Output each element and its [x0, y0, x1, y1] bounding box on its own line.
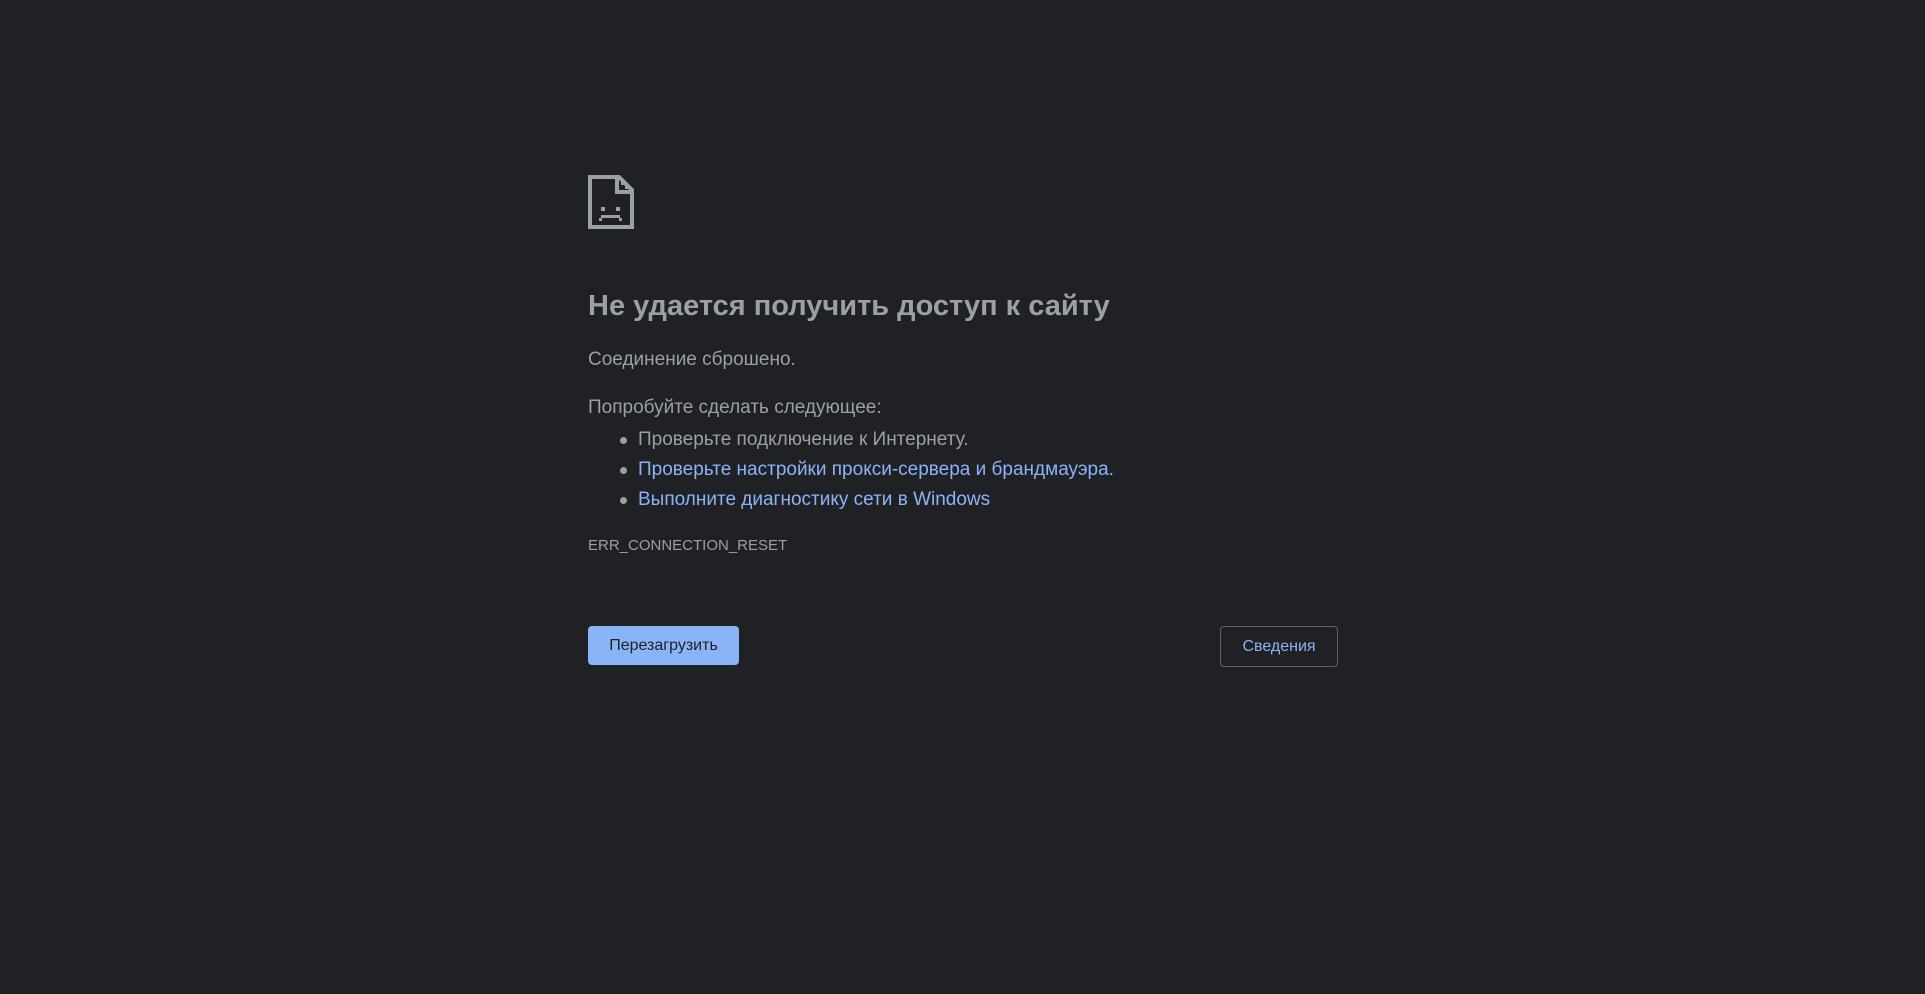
error-code: ERR_CONNECTION_RESET: [588, 537, 788, 554]
suggestions-list: Проверьте подключение к Интернету. Прове…: [588, 425, 1114, 515]
error-page: Не удается получить доступ к сайту Соеди…: [0, 0, 1925, 994]
error-heading: Не удается получить доступ к сайту: [588, 290, 1110, 322]
sad-document-icon: [588, 175, 634, 229]
suggestion-text: Проверьте подключение к Интернету.: [638, 429, 969, 450]
suggestions-title: Попробуйте сделать следующее:: [588, 397, 882, 418]
proxy-firewall-settings-link[interactable]: Проверьте настройки прокси-сервера и бра…: [638, 459, 1114, 480]
reload-button[interactable]: Перезагрузить: [588, 626, 739, 665]
error-subtitle: Соединение сброшено.: [588, 349, 796, 370]
error-content: Не удается получить доступ к сайту Соеди…: [588, 175, 1338, 554]
windows-network-diagnostics-link[interactable]: Выполните диагностику сети в Windows: [638, 489, 990, 510]
bullet-icon: [620, 437, 627, 444]
suggestion-check-connection: Проверьте подключение к Интернету.: [588, 425, 1114, 455]
suggestion-network-diagnostics: Выполните диагностику сети в Windows: [588, 485, 1114, 515]
bullet-icon: [620, 497, 627, 504]
suggestion-check-proxy-firewall: Проверьте настройки прокси-сервера и бра…: [588, 455, 1114, 485]
bullet-icon: [620, 467, 627, 474]
details-button[interactable]: Сведения: [1220, 626, 1338, 667]
